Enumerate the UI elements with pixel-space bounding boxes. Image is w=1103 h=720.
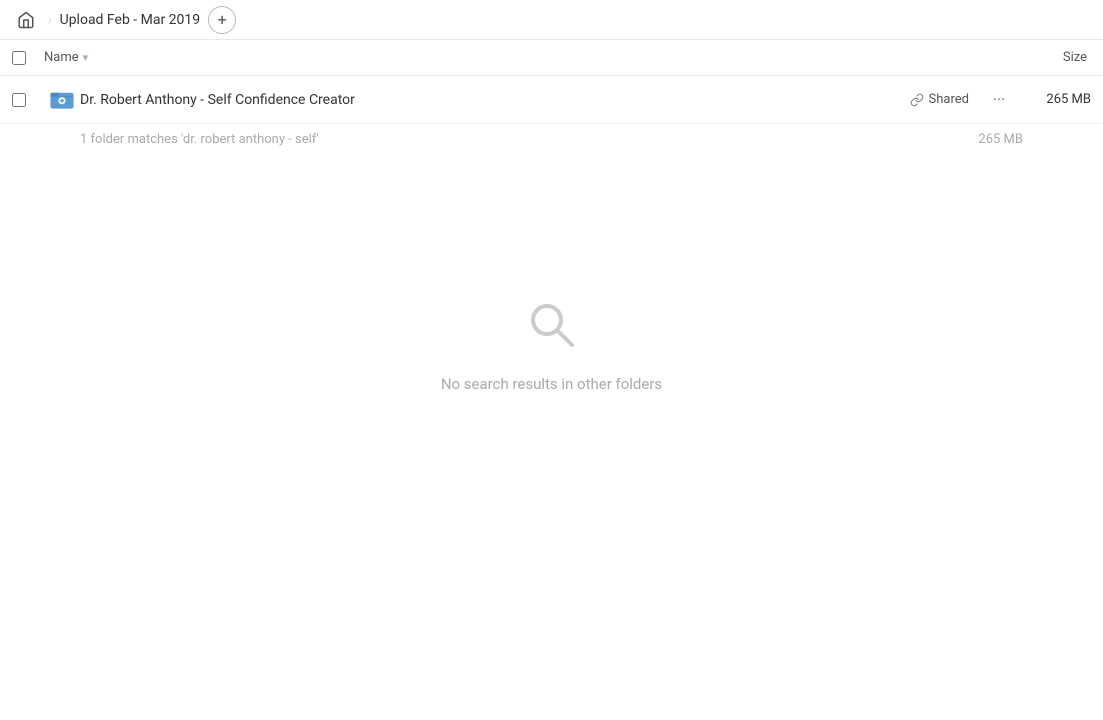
- empty-search-icon: [522, 295, 582, 359]
- file-size: 265 MB: [1021, 92, 1091, 107]
- select-all-checkbox-container: [12, 51, 44, 65]
- size-column-header[interactable]: Size: [987, 50, 1087, 65]
- match-info-row: 1 folder matches 'dr. robert anthony - s…: [0, 124, 1103, 155]
- shared-indicator: Shared: [910, 92, 969, 107]
- add-icon: +: [218, 12, 227, 28]
- file-row[interactable]: Dr. Robert Anthony - Self Confidence Cre…: [0, 76, 1103, 124]
- name-column-header[interactable]: Name ▾: [44, 50, 987, 65]
- select-all-checkbox[interactable]: [12, 51, 26, 65]
- column-header-row: Name ▾ Size: [0, 40, 1103, 76]
- empty-message: No search results in other folders: [441, 375, 662, 393]
- home-button[interactable]: [12, 6, 40, 34]
- breadcrumb-title: Upload Feb - Mar 2019: [60, 12, 201, 28]
- more-icon: ···: [993, 90, 1006, 109]
- empty-state: No search results in other folders: [0, 295, 1103, 393]
- size-column-label: Size: [1063, 50, 1087, 65]
- breadcrumb-bar: › Upload Feb - Mar 2019 +: [0, 0, 1103, 40]
- folder-link-icon: [49, 87, 75, 113]
- link-icon: [910, 93, 924, 107]
- breadcrumb-separator: ›: [48, 13, 52, 27]
- file-name: Dr. Robert Anthony - Self Confidence Cre…: [80, 92, 910, 108]
- more-options-button[interactable]: ···: [985, 86, 1013, 114]
- shared-label: Shared: [929, 92, 969, 107]
- match-info-size: 265 MB: [978, 132, 1023, 147]
- file-checkbox-container: [12, 93, 44, 107]
- sort-arrow-icon: ▾: [83, 51, 89, 64]
- file-checkbox[interactable]: [12, 93, 26, 107]
- name-column-label: Name: [44, 50, 79, 65]
- file-icon-container: [44, 87, 80, 113]
- match-info-text: 1 folder matches 'dr. robert anthony - s…: [80, 132, 319, 147]
- add-button[interactable]: +: [208, 6, 236, 34]
